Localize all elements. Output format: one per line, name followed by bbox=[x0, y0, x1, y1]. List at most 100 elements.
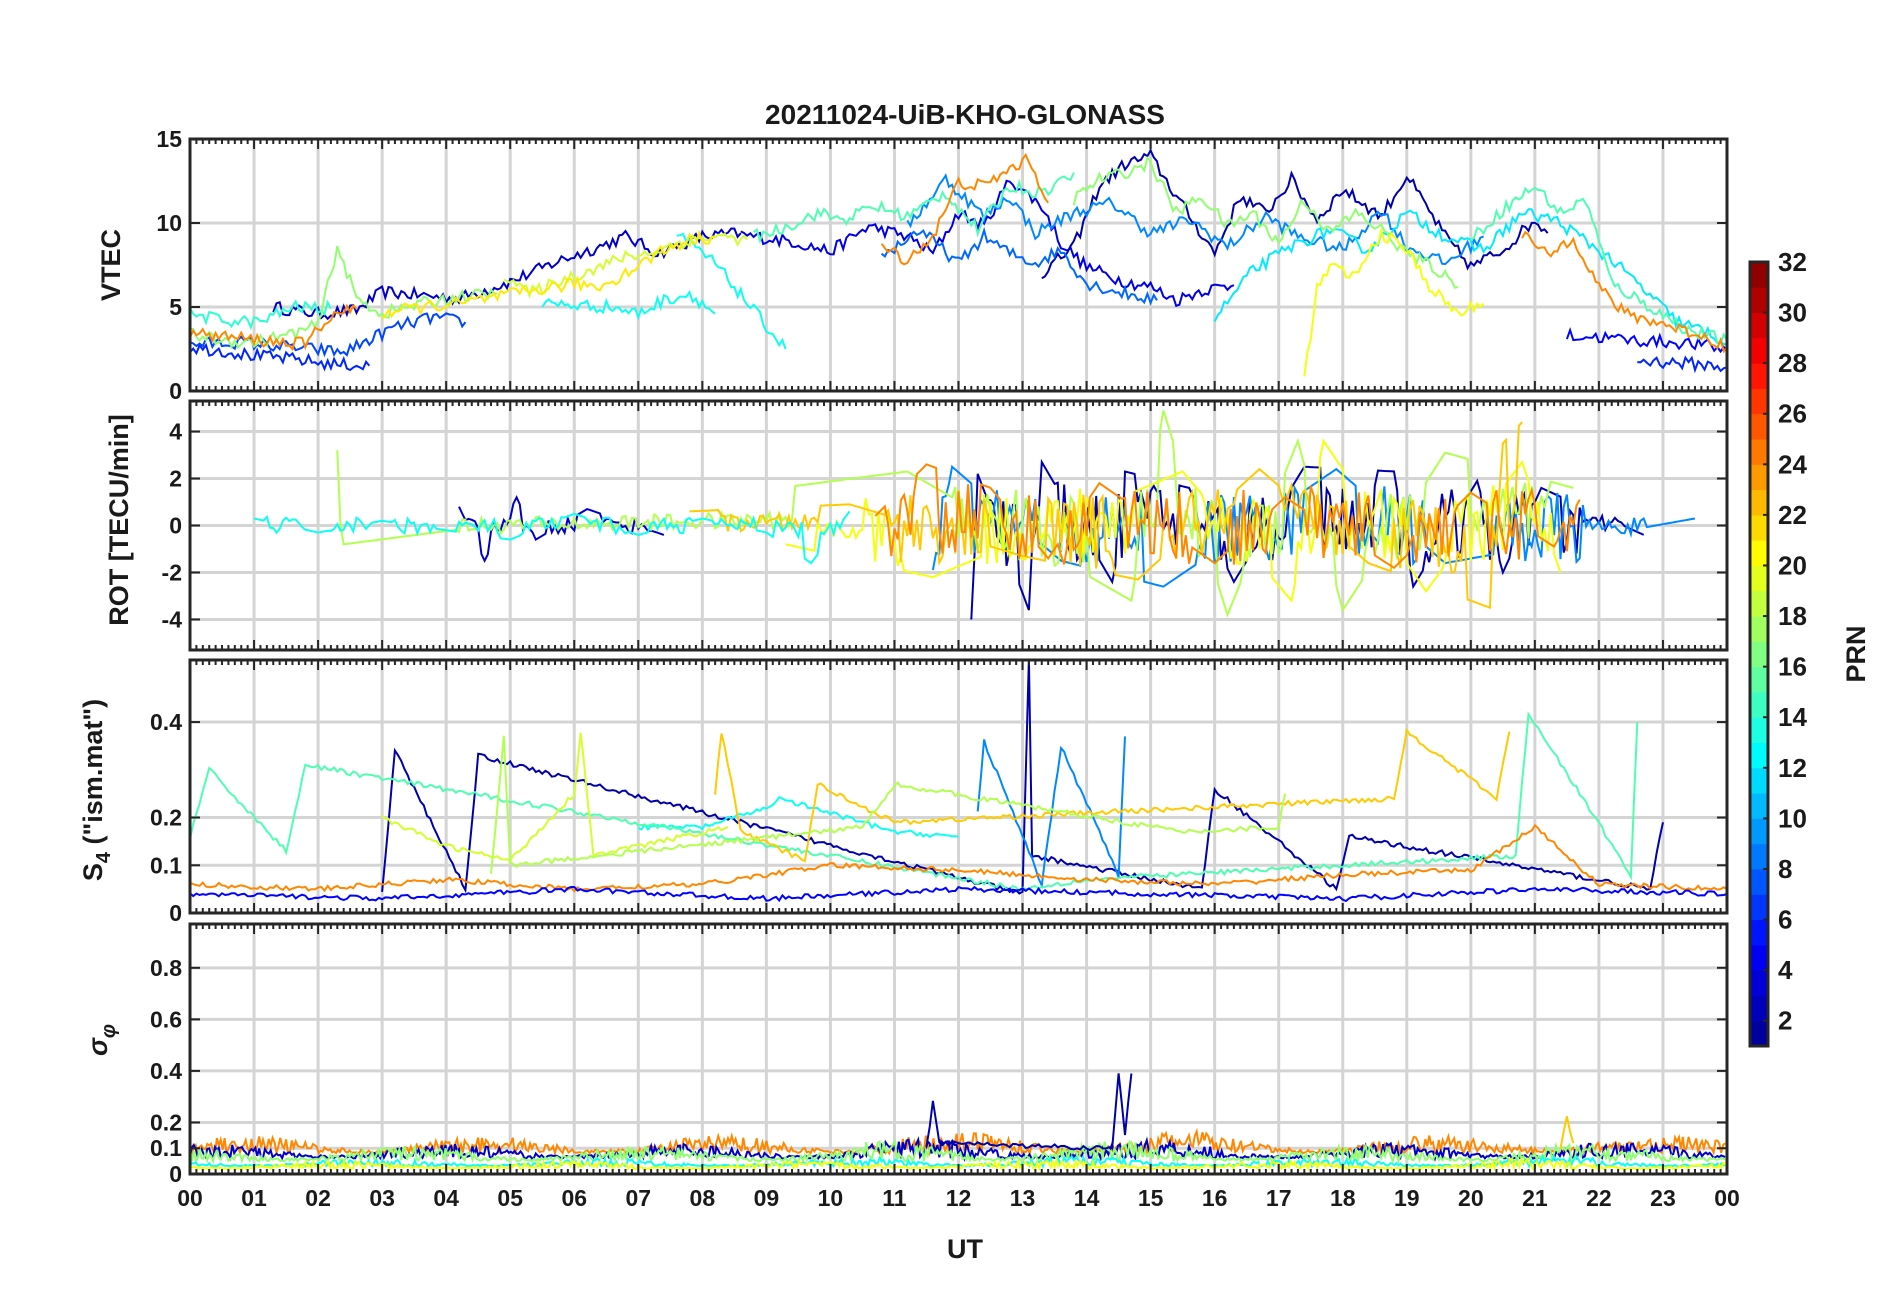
x-tick-label: 23 bbox=[1650, 1185, 1676, 1211]
colorbar-tick-label: 16 bbox=[1778, 652, 1807, 682]
colorbar: 2468101214161820222426283032PRN bbox=[1748, 247, 1871, 1048]
x-tick-label: 12 bbox=[946, 1185, 972, 1211]
x-tick-label: 22 bbox=[1586, 1185, 1612, 1211]
y-axis-label: VTEC bbox=[96, 229, 126, 301]
colorbar-tick-label: 30 bbox=[1778, 298, 1807, 328]
series-line-prn-8 bbox=[880, 226, 1158, 306]
x-tick-label: 00 bbox=[177, 1185, 203, 1211]
y-tick-label: 0.4 bbox=[150, 1058, 182, 1084]
colorbar-swatch bbox=[1750, 793, 1768, 819]
x-tick-label: 00 bbox=[1714, 1185, 1740, 1211]
colorbar-swatch bbox=[1750, 843, 1768, 870]
y-tick-label: 0.4 bbox=[150, 709, 182, 735]
colorbar-swatch bbox=[1750, 641, 1768, 668]
colorbar-swatch bbox=[1750, 337, 1768, 364]
colorbar-swatch bbox=[1750, 944, 1768, 971]
series-line-prn-20 bbox=[1303, 227, 1485, 377]
series-line-prn-18 bbox=[490, 735, 1287, 874]
y-tick-label: 4 bbox=[169, 419, 182, 445]
y-axis-label: σφ bbox=[83, 1024, 120, 1056]
colorbar-tick-label: 2 bbox=[1778, 1006, 1792, 1036]
colorbar-tick-label: 10 bbox=[1778, 803, 1807, 833]
colorbar-swatch bbox=[1750, 616, 1768, 642]
panel-3: 0 0.1 0.2 0.4 S4 ("ism.mat") bbox=[78, 658, 1729, 926]
y-tick-label: 0 bbox=[169, 1161, 182, 1187]
colorbar-swatch bbox=[1750, 489, 1768, 516]
colorbar-swatch bbox=[1750, 818, 1768, 845]
x-tick-label: 01 bbox=[241, 1185, 267, 1211]
panels: 051015VTEC-4-2024ROT [TECU/min]00.10.20.… bbox=[78, 126, 1740, 1211]
x-tick-label: 09 bbox=[754, 1185, 780, 1211]
colorbar-tick-label: 32 bbox=[1778, 247, 1807, 277]
colorbar-swatch bbox=[1750, 919, 1768, 946]
x-tick-label: 14 bbox=[1074, 1185, 1100, 1211]
colorbar-tick-label: 12 bbox=[1778, 753, 1807, 783]
x-tick-label: 17 bbox=[1266, 1185, 1292, 1211]
colorbar-swatch bbox=[1750, 514, 1768, 541]
figure-title: 20211024-UiB-KHO-GLONASS bbox=[765, 99, 1165, 130]
y-tick-label: 0.1 bbox=[150, 852, 182, 878]
y-axis-label: ROT [TECU/min] bbox=[104, 414, 134, 625]
x-tick-label: 13 bbox=[1010, 1185, 1036, 1211]
x-tick-label: 06 bbox=[561, 1185, 587, 1211]
colorbar-tick-label: 6 bbox=[1778, 905, 1792, 935]
y-tick-label: 10 bbox=[156, 210, 182, 236]
x-tick-label: 04 bbox=[433, 1185, 459, 1211]
colorbar-tick-label: 28 bbox=[1778, 348, 1807, 378]
series-line-prn-6 bbox=[1637, 355, 1727, 374]
y-tick-label: -4 bbox=[162, 606, 183, 632]
colorbar-swatch bbox=[1750, 413, 1768, 440]
x-tick-label: 05 bbox=[497, 1185, 523, 1211]
x-tick-label: 20 bbox=[1458, 1185, 1484, 1211]
colorbar-tick-label: 18 bbox=[1778, 601, 1807, 631]
series-group bbox=[253, 410, 1696, 620]
colorbar-tick-label: 22 bbox=[1778, 500, 1807, 530]
x-tick-label: 10 bbox=[818, 1185, 844, 1211]
figure: 20211024-UiB-KHO-GLONASS 051015VTEC-4-20… bbox=[78, 99, 1871, 1264]
colorbar-swatch bbox=[1750, 439, 1768, 465]
x-tick-label: 21 bbox=[1522, 1185, 1548, 1211]
colorbar-swatch bbox=[1750, 717, 1768, 744]
colorbar-swatch bbox=[1750, 995, 1768, 1022]
x-tick-label: 11 bbox=[882, 1185, 907, 1211]
panel-1: 0 5 10 15 VTEC bbox=[96, 126, 1729, 404]
colorbar-swatch bbox=[1750, 767, 1768, 794]
colorbar-swatch bbox=[1750, 868, 1768, 895]
series-line-prn-19 bbox=[381, 732, 729, 862]
x-tick-label: 19 bbox=[1394, 1185, 1420, 1211]
x-tick-label: 18 bbox=[1330, 1185, 1356, 1211]
series-line-prn-13 bbox=[541, 289, 716, 321]
colorbar-swatch bbox=[1750, 262, 1768, 288]
colorbar-swatch bbox=[1750, 742, 1768, 769]
colorbar-swatch bbox=[1750, 540, 1768, 566]
series-line-prn-22 bbox=[689, 421, 1523, 610]
y-axis-label: S4 ("ism.mat") bbox=[78, 699, 115, 881]
y-tick-label: 0.2 bbox=[150, 805, 182, 831]
x-tick-label: 07 bbox=[625, 1185, 651, 1211]
colorbar-swatch bbox=[1750, 666, 1768, 693]
panel-2: -4 -2 0 2 4 ROT [TECU/min] bbox=[104, 399, 1729, 652]
y-tick-label: 2 bbox=[169, 466, 182, 492]
x-axis-label: UT bbox=[947, 1234, 983, 1264]
series-line-prn-13 bbox=[676, 232, 787, 350]
colorbar-swatch bbox=[1750, 894, 1768, 921]
colorbar-swatch bbox=[1750, 1020, 1768, 1047]
panel-4: 00.10.2 0.4 0.6 0.8 σφ 00 01 02 03 04 05 06 07 08 09 10… bbox=[83, 922, 1740, 1211]
y-tick-label: 0 bbox=[169, 513, 182, 539]
y-tick-label: 5 bbox=[169, 294, 182, 320]
y-tick-label: 0.2 bbox=[150, 1109, 182, 1135]
y-tick-label: -2 bbox=[162, 559, 182, 585]
colorbar-swatch bbox=[1750, 287, 1768, 314]
y-tick-label: 0 bbox=[169, 900, 182, 926]
y-tick-label: 0.6 bbox=[150, 1006, 182, 1032]
colorbar-swatch bbox=[1750, 565, 1768, 592]
colorbar-tick-label: 20 bbox=[1778, 550, 1807, 580]
colorbar-swatch bbox=[1750, 970, 1768, 996]
colorbar-swatch bbox=[1750, 464, 1768, 491]
colorbar-label: PRN bbox=[1841, 625, 1871, 682]
series-line-prn-22 bbox=[714, 727, 1511, 863]
colorbar-tick-label: 14 bbox=[1778, 702, 1807, 732]
series-line-prn-3 bbox=[272, 227, 742, 321]
x-tick-label: 15 bbox=[1138, 1185, 1164, 1211]
x-tick-label: 16 bbox=[1202, 1185, 1228, 1211]
